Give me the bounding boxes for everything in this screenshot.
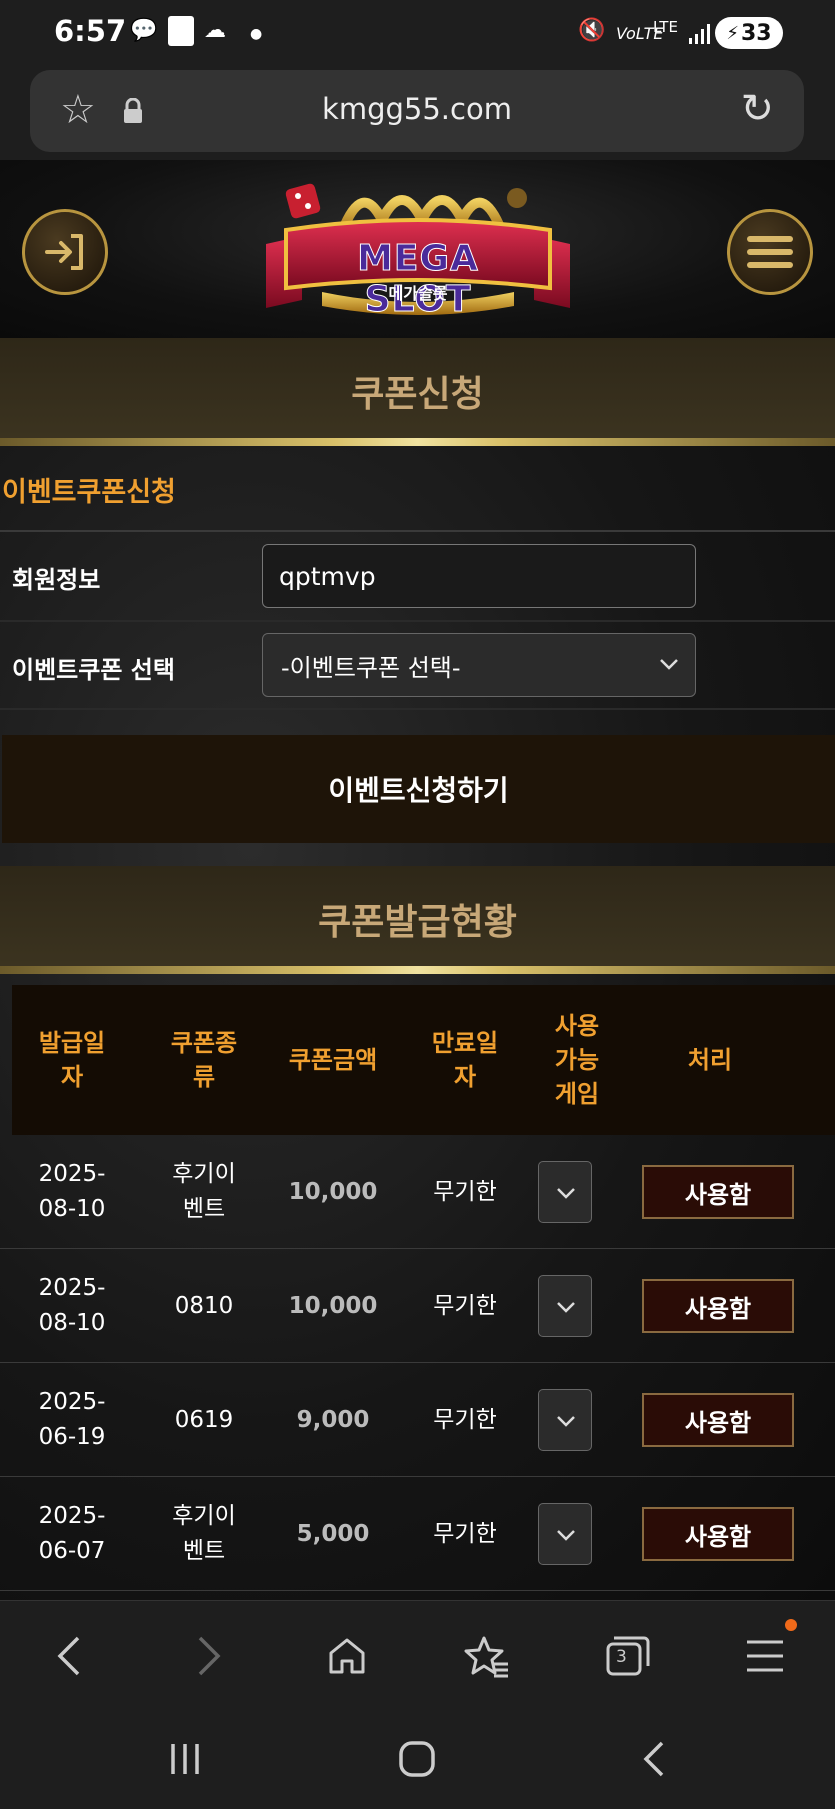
member-info-label: 회원정보 [12,566,101,594]
status-bar: 6:57 💬 ☁ ● 🔇 VoLTE LTE ⚡ 33 [0,0,835,64]
col-coupon-type: 쿠폰종류 [170,1029,238,1091]
coupon-amount-cell: 10,000 [288,1178,378,1205]
divider [0,530,835,532]
table-row: 2025-08-10 0810 10,000 무기한 사용함 [0,1249,835,1363]
login-arrow-icon [45,234,83,270]
battery-level: 33 [741,20,772,46]
table-row: 2025-06-07 후기이벤트 5,000 무기한 사용함 [0,1477,835,1591]
forward-nav-icon[interactable] [182,1629,236,1683]
bank-app-icon [168,16,194,46]
chat-notification-icon: 💬 [130,18,158,43]
network-type: LTE [653,18,678,36]
coupon-amount-cell: 10,000 [288,1292,378,1319]
url-text[interactable]: kmgg55.com [30,92,804,126]
back-nav-icon[interactable] [42,1629,96,1683]
coupon-type-cell: 후기이벤트 [172,1161,236,1222]
tab-count: 3 [616,1647,627,1667]
available-games-dropdown[interactable] [538,1389,592,1451]
signal-icon [689,24,710,44]
coupon-type-cell: 후기이벤트 [172,1503,236,1564]
charging-icon: ⚡ [726,22,739,44]
chevron-down-icon [557,1530,575,1541]
issue-date-cell: 2025-08-10 [38,1275,106,1336]
home-button-icon[interactable] [390,1732,444,1786]
expiry-cell: 무기한 [433,1292,497,1319]
available-games-dropdown[interactable] [538,1275,592,1337]
col-expiry-date: 만료일자 [431,1029,499,1091]
coupon-amount-cell: 5,000 [296,1520,370,1547]
reload-icon[interactable]: ↻ [740,86,774,132]
coupon-type-cell: 0810 [174,1292,234,1319]
used-button[interactable]: 사용함 [642,1393,794,1447]
gold-divider [0,438,835,446]
logo-subtext: 메가슬롯 [388,284,448,303]
event-coupon-subtitle: 이벤트쿠폰신청 [2,477,176,508]
coupon-table-header: 발급일자 쿠폰종류 쿠폰금액 만료일자 사용가능게임 처리 [12,985,835,1135]
bookmarks-nav-icon[interactable] [460,1629,514,1683]
status-time: 6:57 [54,14,127,48]
issue-date-cell: 2025-06-19 [38,1389,106,1450]
coupon-select-value: -이벤트쿠폰 선택- [281,653,461,682]
chevron-down-icon [557,1188,575,1199]
browser-menu-icon[interactable] [738,1629,792,1683]
battery-indicator: ⚡ 33 [715,17,783,49]
member-info-input[interactable]: qptmvp [262,544,696,608]
system-nav-bar [0,1710,835,1809]
col-coupon-amount: 쿠폰금액 [288,1046,378,1074]
site-header: MEGA SLOT 메가슬롯 [0,160,835,338]
tabs-nav-icon[interactable]: 3 [600,1629,654,1683]
dot-icon: ● [250,26,263,42]
gold-divider [0,966,835,974]
divider [0,620,835,622]
coupon-apply-title: 쿠폰신청 [0,338,835,444]
menu-button[interactable] [727,209,813,295]
coupon-type-cell: 0619 [174,1406,234,1433]
logo-text: MEGA SLOT [357,238,479,321]
home-nav-icon[interactable] [320,1629,374,1683]
chevron-down-icon [557,1416,575,1427]
address-bar[interactable]: ☆ kmgg55.com ↻ [30,70,804,152]
issue-date-cell: 2025-08-10 [38,1161,106,1222]
browser-toolbar: ☆ kmgg55.com ↻ [0,64,835,160]
browser-bottom-nav: 3 [0,1600,835,1710]
coupon-select-dropdown[interactable]: -이벤트쿠폰 선택- [262,633,696,697]
cloud-icon: ☁ [204,18,226,43]
coupon-status-title: 쿠폰발급현황 [0,866,835,972]
used-button[interactable]: 사용함 [642,1279,794,1333]
expiry-cell: 무기한 [433,1520,497,1547]
table-row: 2025-06-19 0619 9,000 무기한 사용함 [0,1363,835,1477]
expiry-cell: 무기한 [433,1406,497,1433]
used-button[interactable]: 사용함 [642,1507,794,1561]
table-row: 2025-08-10 후기이벤트 10,000 무기한 사용함 [0,1135,835,1249]
expiry-cell: 무기한 [433,1178,497,1205]
col-available-games: 사용가능게임 [554,1012,600,1108]
used-button[interactable]: 사용함 [642,1165,794,1219]
system-back-icon[interactable] [626,1732,680,1786]
coupon-amount-cell: 9,000 [296,1406,370,1433]
divider [0,708,835,710]
col-action: 처리 [687,1046,733,1074]
issue-date-cell: 2025-06-07 [38,1503,106,1564]
login-button[interactable] [22,209,108,295]
event-apply-button[interactable]: 이벤트신청하기 [2,735,835,843]
available-games-dropdown[interactable] [538,1503,592,1565]
mute-icon: 🔇 [578,18,606,43]
chevron-down-icon [557,1302,575,1313]
available-games-dropdown[interactable] [538,1161,592,1223]
notification-dot [785,1619,797,1631]
chevron-down-icon [660,659,678,670]
col-issue-date: 발급일자 [38,1029,106,1091]
hamburger-menu-icon [747,236,793,268]
coupon-select-label: 이벤트쿠폰 선택 [12,656,175,684]
recent-apps-icon[interactable] [158,1732,212,1786]
